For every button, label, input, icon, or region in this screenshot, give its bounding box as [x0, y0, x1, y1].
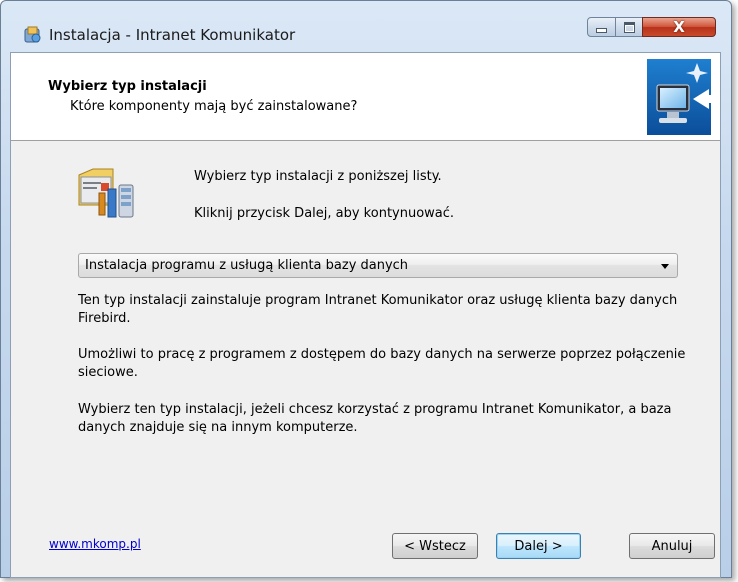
- cancel-button[interactable]: Anuluj: [629, 533, 715, 559]
- maximize-icon: [623, 21, 635, 33]
- page-title: Wybierz typ instalacji: [48, 79, 207, 94]
- install-type-selected: Instalacja programu z usługą klienta baz…: [85, 258, 409, 273]
- back-button[interactable]: < Wstecz: [392, 533, 478, 559]
- wizard-computer-icon: [647, 59, 711, 135]
- description-paragraph-3: Wybierz ten typ instalacji, jeżeli chces…: [78, 402, 672, 435]
- maximize-button[interactable]: [615, 17, 643, 37]
- minimize-button[interactable]: [587, 17, 616, 37]
- window-title: Instalacja - Intranet Komunikator: [49, 26, 296, 44]
- next-button[interactable]: Dalej >: [496, 533, 581, 559]
- wizard-header: Wybierz typ instalacji Które komponenty …: [11, 53, 720, 141]
- intro-text-line-1: Wybierz typ instalacji z poniższej listy…: [194, 169, 442, 184]
- intro-text-line-2: Kliknij przycisk Dalej, aby kontynuować.: [194, 206, 455, 221]
- close-button[interactable]: X: [642, 17, 716, 37]
- website-link[interactable]: www.mkomp.pl: [49, 537, 141, 551]
- minimize-icon: [596, 28, 607, 33]
- wizard-client-area: Wybierz typ instalacji Które komponenty …: [10, 52, 721, 578]
- installer-window: Instalacja - Intranet Komunikator X Wybi…: [0, 0, 738, 582]
- description-paragraph-1: Ten typ instalacji zainstaluje program I…: [78, 293, 678, 326]
- title-bar[interactable]: Instalacja - Intranet Komunikator X: [1, 1, 731, 53]
- installer-app-icon: [24, 26, 41, 43]
- setup-components-icon: [78, 168, 134, 218]
- page-subtitle: Które komponenty mają być zainstalowane?: [70, 99, 358, 114]
- dropdown-arrow-icon: [661, 264, 669, 269]
- description-paragraph-2: Umożliwi to pracę z programem z dostępem…: [78, 347, 686, 380]
- install-type-dropdown[interactable]: Instalacja programu z usługą klienta baz…: [78, 253, 678, 278]
- close-icon: X: [673, 18, 685, 36]
